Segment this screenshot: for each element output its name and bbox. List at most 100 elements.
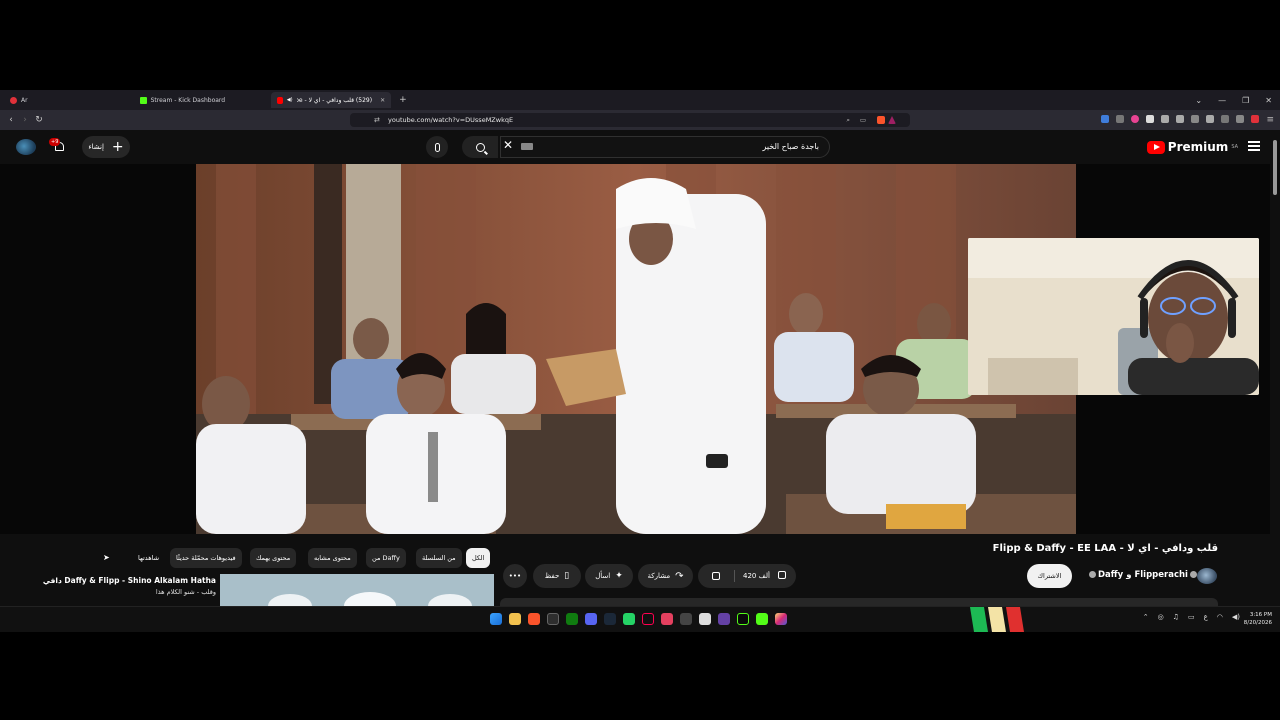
extension-icon[interactable] [1161, 115, 1170, 123]
scroll-thumb[interactable] [1273, 140, 1277, 195]
brave-shields[interactable] [877, 116, 896, 124]
site-settings-icon[interactable]: ⇄ [374, 116, 380, 124]
brave-icon[interactable] [528, 613, 540, 625]
chip-label: فيديوهات محمّلة حديثًا [176, 554, 236, 562]
taskbar-clock[interactable]: 3:16 PM 8/20/2026 [1244, 611, 1272, 627]
chevron-up-icon[interactable]: ⌃ [1143, 613, 1149, 621]
brave-rewards-icon[interactable] [888, 116, 896, 124]
chip-label: محتوى مشابه [314, 554, 351, 562]
close-window-button[interactable]: ✕ [1265, 96, 1272, 105]
language-indicator[interactable]: ع [1204, 613, 1208, 621]
chip-similar[interactable]: محتوى مشابه [308, 548, 357, 568]
search-button[interactable] [462, 136, 498, 158]
close-tab-icon[interactable]: ✕ [380, 97, 385, 104]
chip-from-series[interactable]: من السلسلة [416, 548, 462, 568]
address-bar[interactable]: ⇄ youtube.com/watch?v=DUsseMZwkqE ⌕ ▭ [350, 113, 910, 127]
chevron-down-icon[interactable]: ⌄ [1195, 96, 1202, 105]
recommendation-title[interactable]: Daffy & Flipp - Shino Alkalam Hatha دافي [43, 576, 216, 586]
browser-toolbar: ‹ › ↻ ⌑ ⇄ youtube.com/watch?v=DUsseMZwkq… [0, 110, 1280, 130]
screen: Ar Stream - Kick Dashboard ◀) (529) قلب … [0, 0, 1280, 720]
app-icon[interactable] [547, 613, 559, 625]
search-input[interactable]: باجدة صباح الخير [500, 136, 830, 158]
steam-icon[interactable] [604, 613, 616, 625]
chip-all[interactable]: الكل [466, 548, 491, 568]
video-frame[interactable] [196, 164, 1076, 534]
mic-icon[interactable]: ♫ [1173, 613, 1179, 621]
app-icon[interactable] [718, 613, 730, 625]
menu-icon[interactable]: ≡ [1266, 115, 1274, 125]
recommendation-thumbnail[interactable] [220, 574, 494, 606]
forward-button[interactable]: › [18, 115, 32, 125]
chip-from-daffy[interactable]: من Daffy [366, 548, 406, 568]
app-icon[interactable] [680, 613, 692, 625]
hamburger-menu-icon[interactable] [1248, 141, 1260, 151]
reload-button[interactable]: ↻ [32, 115, 46, 125]
avatar[interactable] [16, 139, 36, 155]
extension-icon[interactable] [1176, 115, 1185, 123]
tab-youtube[interactable]: ◀) (529) قلب ودافي - اي لا - YouTube ✕ [271, 92, 392, 108]
brave-shield-icon[interactable] [877, 116, 885, 124]
translate-icon[interactable] [1101, 115, 1110, 123]
more-actions-button[interactable]: ••• [503, 564, 527, 588]
ask-button[interactable]: اسأل ✦ [585, 564, 633, 588]
wifi-icon[interactable]: ◠ [1217, 613, 1223, 621]
maximize-button[interactable]: ❐ [1242, 96, 1249, 105]
windows-start-icon[interactable] [490, 613, 502, 625]
settings-icon[interactable] [1116, 115, 1125, 123]
back-button[interactable]: ‹ [4, 115, 18, 125]
instagram-icon[interactable] [775, 613, 787, 625]
create-button[interactable]: إنشاء + [82, 136, 130, 158]
voice-search-button[interactable] [426, 136, 448, 158]
channel-avatar[interactable] [1197, 568, 1217, 584]
subscribe-button[interactable]: الاشتراك [1027, 564, 1072, 588]
file-explorer-icon[interactable] [509, 613, 521, 625]
tiktok-icon[interactable] [642, 613, 654, 625]
kick-icon[interactable] [756, 613, 768, 625]
page-scrollbar[interactable] [1270, 130, 1280, 606]
keyboard-icon[interactable]: ▭ [1188, 613, 1195, 621]
network-icon[interactable]: ◎ [1158, 613, 1164, 621]
app-icon[interactable] [737, 613, 749, 625]
chip-recently-uploaded[interactable]: فيديوهات محمّلة حديثًا [170, 548, 242, 568]
keyboard-icon[interactable] [521, 143, 533, 150]
chip-label: الكل [472, 554, 485, 562]
app-icon[interactable] [661, 613, 673, 625]
xbox-icon[interactable] [566, 613, 578, 625]
dislike-button[interactable] [712, 570, 720, 583]
tab-ar[interactable]: Ar [4, 92, 34, 108]
whatsapp-icon[interactable] [623, 613, 635, 625]
description-box[interactable] [500, 598, 1218, 606]
tab-kick-dashboard[interactable]: Stream - Kick Dashboard [134, 92, 232, 108]
create-label: إنشاء [88, 143, 104, 151]
like-count[interactable]: 420 ألف [743, 572, 770, 580]
youtube-logo[interactable]: Premium SA [1146, 140, 1238, 154]
share-label: مشاركة [647, 572, 671, 580]
save-button[interactable]: حفظ ▯ [533, 564, 581, 588]
share-button[interactable]: مشاركة ↷ [638, 564, 693, 588]
youtube-header: Premium SA باجدة صباح الخير ✕ إنشاء + +9 [0, 130, 1280, 164]
discord-icon[interactable] [585, 613, 597, 625]
zoom-icon[interactable]: ⌕ [846, 116, 850, 125]
channel-names[interactable]: Daffy و Flipperachi [1087, 570, 1199, 580]
watch-metadata: قلب ودافي - اي لا - Flipp & Daffy - EE L… [0, 534, 1270, 606]
verified-icon [1089, 571, 1096, 578]
minimize-button[interactable]: — [1218, 96, 1226, 105]
extension-icon[interactable] [1146, 115, 1155, 123]
extension-icon[interactable] [1131, 115, 1140, 123]
plus-icon: + [111, 139, 124, 155]
puzzle-icon[interactable] [1191, 115, 1200, 123]
wallet-icon[interactable] [1221, 115, 1230, 123]
logo-text: Premium [1167, 140, 1229, 154]
cast-icon[interactable]: ▭ [860, 116, 866, 124]
sidebar-icon[interactable] [1206, 115, 1215, 123]
record-icon[interactable] [1251, 115, 1260, 123]
chip-watched[interactable]: شاهدتها [132, 548, 165, 568]
new-tab-button[interactable]: + [399, 95, 407, 105]
like-button[interactable] [778, 571, 786, 581]
speaker-icon[interactable]: ◀) [287, 97, 293, 103]
obs-icon[interactable] [699, 613, 711, 625]
chip-for-you[interactable]: محتوى يهمك [250, 548, 297, 568]
clear-search-icon[interactable]: ✕ [503, 138, 513, 152]
vpn-icon[interactable] [1236, 115, 1245, 123]
volume-icon[interactable]: ◀) [1232, 613, 1240, 621]
